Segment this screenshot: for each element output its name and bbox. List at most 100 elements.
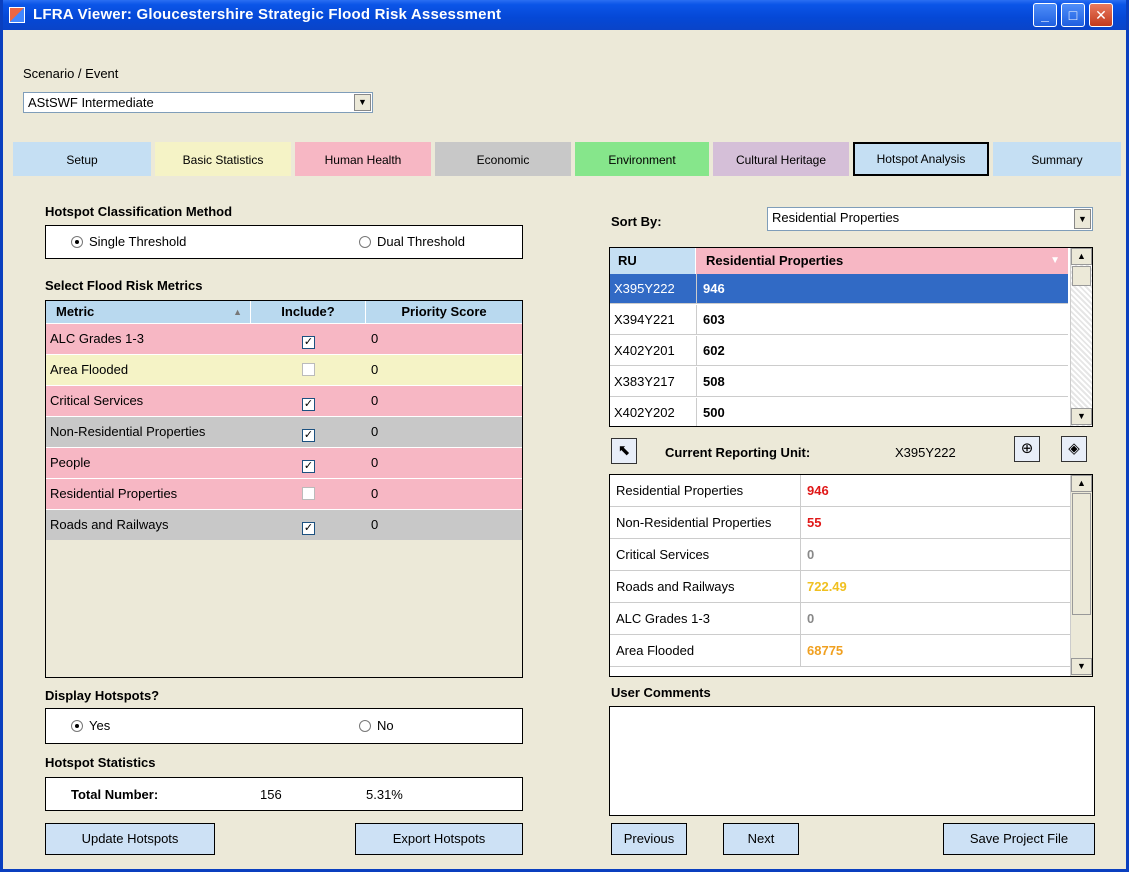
include-checkbox[interactable]: ✓	[251, 510, 366, 540]
priority-score[interactable]: 0	[371, 386, 521, 416]
include-checkbox[interactable]: ✓	[251, 324, 366, 354]
chevron-down-icon[interactable]: ▼	[1074, 209, 1091, 229]
scroll-down-icon[interactable]: ▼	[1071, 408, 1092, 425]
save-project-button[interactable]: Save Project File	[943, 823, 1095, 855]
metric-row[interactable]: People ✓ 0	[46, 447, 522, 478]
metric-name: Non-Residential Properties	[50, 424, 206, 439]
metric-row[interactable]: ALC Grades 1-3 ✓ 0	[46, 323, 522, 354]
ru-row[interactable]: X402Y202 500	[610, 398, 1068, 426]
metric-row[interactable]: Non-Residential Properties ✓ 0	[46, 416, 522, 447]
tab-environment[interactable]: Environment	[575, 142, 709, 176]
scroll-down-icon[interactable]: ▼	[1071, 658, 1092, 675]
detail-row: Critical Services 0	[610, 539, 1070, 571]
scenario-value: AStSWF Intermediate	[28, 95, 154, 110]
checkbox-checked-icon[interactable]: ✓	[302, 460, 315, 473]
ru-row[interactable]: X394Y221 603	[610, 305, 1068, 335]
metric-name: ALC Grades 1-3	[50, 331, 144, 346]
display-no-radio[interactable]: No	[359, 718, 394, 733]
unit-detail-grid: Residential Properties 946 Non-Residential…	[609, 474, 1093, 677]
detail-scrollbar[interactable]: ▲ ▼	[1070, 475, 1092, 676]
checkbox-checked-icon[interactable]: ✓	[302, 522, 315, 535]
ru-list-scrollbar[interactable]: ▲ ▼	[1070, 248, 1092, 426]
zoom-to-icon[interactable]: ⊕	[1014, 436, 1040, 462]
display-yes-radio[interactable]: Yes	[71, 718, 110, 733]
priority-score[interactable]: 0	[371, 355, 521, 385]
update-hotspots-button[interactable]: Update Hotspots	[45, 823, 215, 855]
include-column-header[interactable]: Include?	[251, 301, 366, 323]
previous-button[interactable]: Previous	[611, 823, 687, 855]
tab-summary[interactable]: Summary	[993, 142, 1121, 176]
metric-row[interactable]: Roads and Railways ✓ 0	[46, 509, 522, 540]
priority-column-header[interactable]: Priority Score	[366, 301, 522, 323]
metric-row[interactable]: Critical Services ✓ 0	[46, 385, 522, 416]
sort-by-label: Sort By:	[611, 214, 662, 229]
priority-score[interactable]: 0	[371, 324, 521, 354]
dual-threshold-radio[interactable]: Dual Threshold	[359, 234, 465, 249]
metric-column-header[interactable]: Metric ▲	[46, 301, 251, 323]
detail-value: 0	[807, 547, 815, 562]
window-title: LFRA Viewer: Gloucestershire Strategic F…	[33, 6, 502, 23]
residential-column-header[interactable]: Residential Properties ▼	[696, 248, 1068, 274]
ru-list-header: RU Residential Properties ▼	[610, 248, 1068, 274]
checkbox-unchecked-icon[interactable]	[302, 363, 315, 376]
next-button[interactable]: Next	[723, 823, 799, 855]
chevron-down-icon[interactable]: ▼	[354, 94, 371, 111]
tab-economic[interactable]: Economic	[435, 142, 571, 176]
metrics-header: Metric ▲ Include? Priority Score	[46, 301, 522, 323]
scroll-thumb[interactable]	[1072, 493, 1091, 615]
comments-textarea[interactable]	[609, 706, 1095, 816]
close-icon[interactable]: ✕	[1089, 3, 1113, 27]
checkbox-checked-icon[interactable]: ✓	[302, 336, 315, 349]
maximize-icon[interactable]: □	[1061, 3, 1085, 27]
radio-unchecked-icon	[359, 720, 371, 732]
checkbox-checked-icon[interactable]: ✓	[302, 398, 315, 411]
tab-hotspot-analysis[interactable]: Hotspot Analysis	[853, 142, 989, 176]
priority-score[interactable]: 0	[371, 417, 521, 447]
scenario-select[interactable]: AStSWF Intermediate ▼	[23, 92, 373, 113]
single-threshold-radio[interactable]: Single Threshold	[71, 234, 186, 249]
detail-name: Area Flooded	[616, 635, 801, 667]
metric-name: Residential Properties	[50, 486, 178, 501]
priority-score[interactable]: 0	[371, 448, 521, 478]
metric-row[interactable]: Residential Properties 0	[46, 478, 522, 509]
radio-checked-icon	[71, 720, 83, 732]
ru-row[interactable]: X402Y201 602	[610, 336, 1068, 366]
detail-row: Non-Residential Properties 55	[610, 507, 1070, 539]
ru-id: X402Y202	[614, 405, 675, 420]
scroll-up-icon[interactable]: ▲	[1071, 475, 1092, 492]
include-checkbox[interactable]: ✓	[251, 386, 366, 416]
sort-by-select[interactable]: Residential Properties ▼	[767, 207, 1093, 231]
pan-to-icon[interactable]: ◈	[1061, 436, 1087, 462]
tab-setup[interactable]: Setup	[13, 142, 151, 176]
include-checkbox[interactable]: ✓	[251, 417, 366, 447]
scroll-up-icon[interactable]: ▲	[1071, 248, 1092, 265]
display-heading: Display Hotspots?	[45, 688, 160, 703]
include-checkbox[interactable]	[251, 479, 366, 509]
tab-human-health[interactable]: Human Health	[295, 142, 431, 176]
detail-value: 68775	[807, 643, 844, 658]
ru-column-header[interactable]: RU	[610, 248, 696, 274]
ru-row[interactable]: X395Y222 946	[610, 274, 1068, 304]
checkbox-checked-icon[interactable]: ✓	[302, 429, 315, 442]
export-hotspots-button[interactable]: Export Hotspots	[355, 823, 523, 855]
metric-row[interactable]: Area Flooded 0	[46, 354, 522, 385]
checkbox-unchecked-icon[interactable]	[302, 487, 315, 500]
app-icon	[9, 7, 25, 23]
include-checkbox[interactable]	[251, 355, 366, 385]
display-yes-label: Yes	[89, 718, 111, 733]
app-window: LFRA Viewer: Gloucestershire Strategic F…	[0, 0, 1129, 872]
scroll-thumb[interactable]	[1072, 266, 1091, 286]
priority-score[interactable]: 0	[371, 510, 521, 540]
classification-group: Single Threshold Dual Threshold	[45, 225, 523, 259]
minimize-icon[interactable]: _	[1033, 3, 1057, 27]
sort-desc-icon: ▼	[1050, 255, 1060, 266]
include-checkbox[interactable]: ✓	[251, 448, 366, 478]
hotspot-percent: 5.31%	[366, 787, 403, 802]
select-map-icon[interactable]: ⬉	[611, 438, 637, 464]
tab-basic-statistics[interactable]: Basic Statistics	[155, 142, 291, 176]
tab-cultural-heritage[interactable]: Cultural Heritage	[713, 142, 849, 176]
ru-row[interactable]: X383Y217 508	[610, 367, 1068, 397]
priority-score[interactable]: 0	[371, 479, 521, 509]
ru-value: 602	[696, 336, 1066, 366]
ru-id: X383Y217	[614, 374, 675, 389]
